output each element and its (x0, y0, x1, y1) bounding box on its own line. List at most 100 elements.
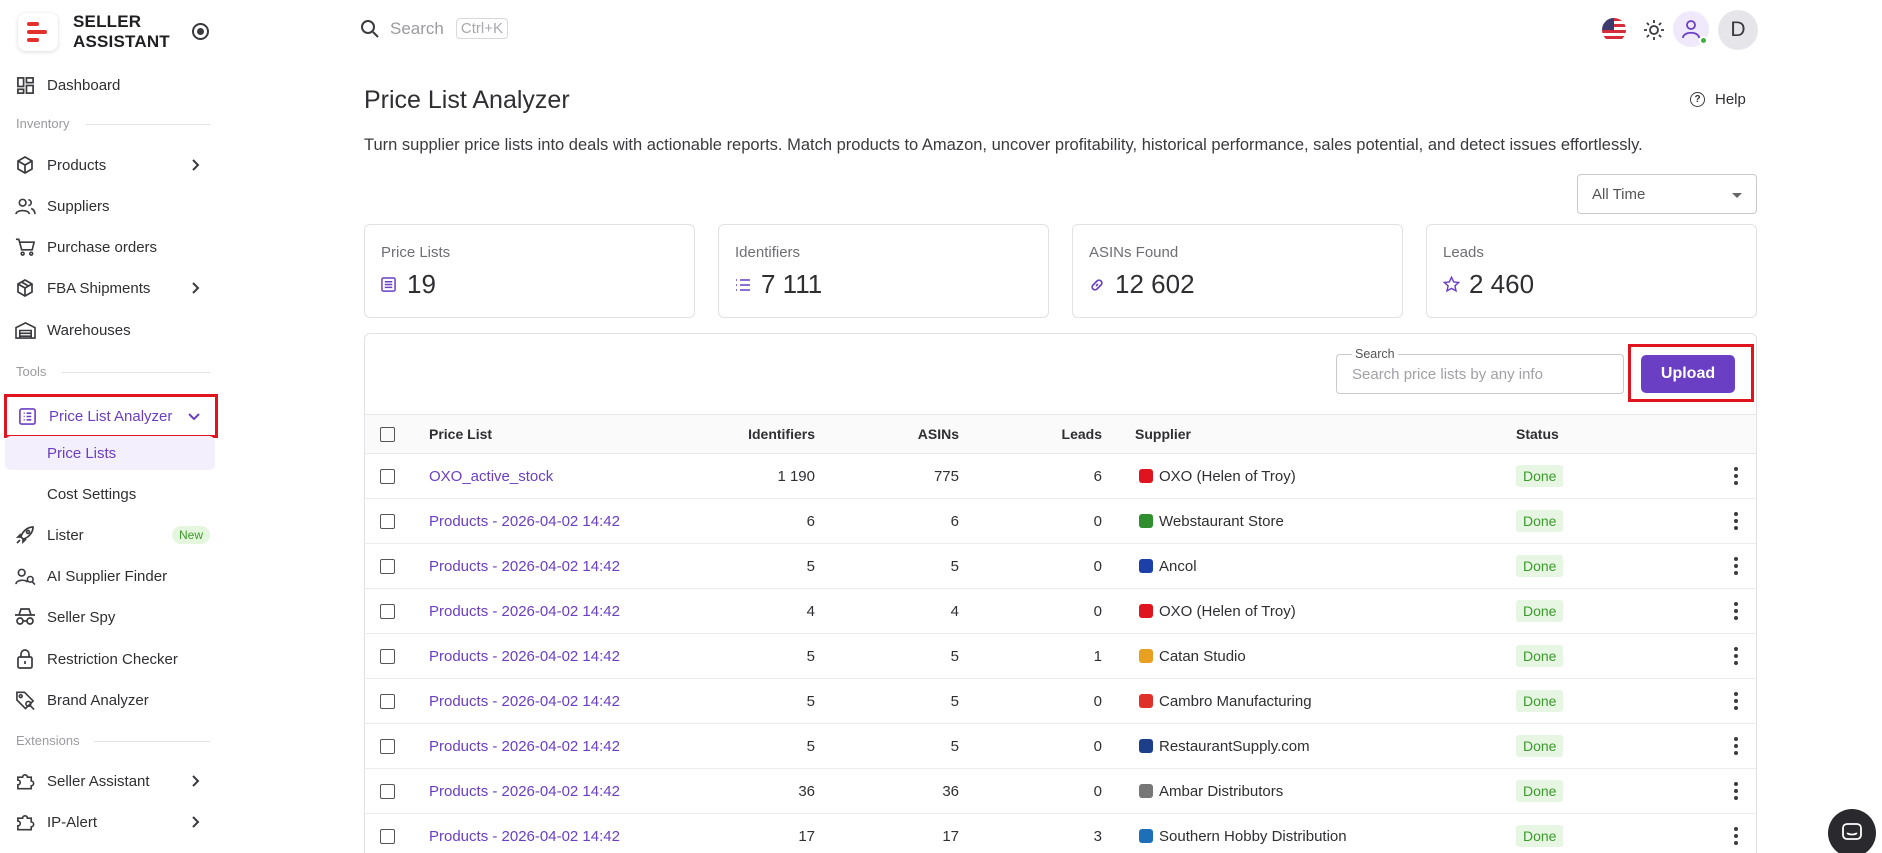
price-list-link[interactable]: Products - 2026-04-02 14:42 (429, 724, 620, 768)
package-icon (14, 277, 36, 299)
price-list-link[interactable]: Products - 2026-04-02 14:42 (429, 634, 620, 678)
sidebar-item-dashboard[interactable]: Dashboard (0, 67, 222, 103)
sidebar-subitem-cost-settings[interactable]: Cost Settings (5, 477, 215, 511)
list-analyzer-icon (16, 405, 38, 427)
sidebar-item-warehouses[interactable]: Warehouses (0, 312, 222, 348)
more-options-icon[interactable] (1734, 692, 1738, 710)
stat-card-identifiers: Identifiers 7 111 (718, 224, 1049, 318)
select-all-checkbox[interactable] (380, 426, 395, 442)
price-list-link[interactable]: Products - 2026-04-02 14:42 (429, 769, 620, 813)
price-list-link[interactable]: Products - 2026-04-02 14:42 (429, 814, 620, 853)
more-options-icon[interactable] (1734, 737, 1738, 755)
table-row[interactable]: OXO_active_stock 1 190 775 6 OXO (Helen of T… (365, 454, 1756, 499)
caret-down-icon (1732, 193, 1742, 198)
identifiers-cell: 17 (798, 827, 815, 845)
price-list-link[interactable]: Products - 2026-04-02 14:42 (429, 679, 620, 723)
table-row[interactable]: Products - 2026-04-02 14:42 36 36 0 Ambar Di… (365, 769, 1756, 814)
supplier-name: OXO (Helen of Troy) (1159, 602, 1296, 620)
lock-icon (14, 648, 36, 670)
table-row[interactable]: Products - 2026-04-02 14:42 4 4 0 OXO (Helen… (365, 589, 1756, 634)
search-icon (361, 19, 379, 38)
asins-cell: 6 (950, 512, 959, 530)
sidebar-item-label: Suppliers (47, 197, 110, 215)
time-filter-select[interactable]: All Time (1577, 174, 1757, 214)
account-status[interactable] (1673, 11, 1709, 47)
help-icon: ? (1690, 92, 1705, 107)
row-checkbox[interactable] (380, 648, 395, 664)
box-icon (14, 154, 36, 176)
sidebar-item-ip-alert[interactable]: IP-Alert (0, 804, 222, 840)
more-options-icon[interactable] (1734, 557, 1738, 575)
supplier-cell: OXO (Helen of Troy) (1139, 589, 1296, 633)
table-row[interactable]: Products - 2026-04-02 14:42 6 6 0 Webstauran… (365, 499, 1756, 544)
row-checkbox[interactable] (380, 738, 395, 754)
chat-icon (1842, 823, 1862, 840)
price-list-link[interactable]: Products - 2026-04-02 14:42 (429, 589, 620, 633)
chevron-right-icon (192, 159, 200, 171)
sun-icon[interactable] (1643, 19, 1665, 41)
sidebar-item-brand-analyzer[interactable]: Brand Analyzer (0, 682, 222, 718)
column-header-asins[interactable]: ASINs (815, 415, 959, 453)
sidebar-item-fba-shipments[interactable]: FBA Shipments (0, 270, 222, 306)
sidebar-item-lister[interactable]: Lister New (0, 517, 222, 553)
sidebar-item-purchase-orders[interactable]: Purchase orders (0, 229, 222, 265)
sidebar-item-ai-supplier-finder[interactable]: AI Supplier Finder (0, 558, 222, 594)
sidebar-item-seller-assistant[interactable]: Seller Assistant (0, 763, 222, 799)
price-list-link[interactable]: Products - 2026-04-02 14:42 (429, 544, 620, 588)
column-header-price-list[interactable]: Price List (429, 415, 492, 453)
table-row[interactable]: Products - 2026-04-02 14:42 5 5 0 Ancol Done (365, 544, 1756, 589)
pin-sidebar-icon[interactable] (192, 23, 209, 40)
table-row[interactable]: Products - 2026-04-02 14:42 17 17 3 Southern… (365, 814, 1756, 853)
supplier-name: Cambro Manufacturing (1159, 692, 1312, 710)
row-checkbox[interactable] (380, 603, 395, 619)
sidebar-item-price-list-analyzer[interactable]: Price List Analyzer (4, 394, 218, 438)
row-checkbox[interactable] (380, 558, 395, 574)
more-options-icon[interactable] (1734, 647, 1738, 665)
more-options-icon[interactable] (1734, 827, 1738, 845)
page-title: Price List Analyzer (364, 86, 570, 114)
time-filter-value: All Time (1592, 186, 1646, 203)
avatar[interactable]: D (1718, 10, 1758, 50)
row-checkbox[interactable] (380, 828, 395, 844)
sidebar-item-label: FBA Shipments (47, 279, 151, 297)
price-list-link[interactable]: Products - 2026-04-02 14:42 (429, 499, 620, 543)
support-chat-button[interactable] (1828, 809, 1876, 853)
sidebar-item-label: Products (47, 156, 107, 174)
sidebar-subitem-price-lists[interactable]: Price Lists (5, 436, 215, 470)
online-indicator (1699, 36, 1708, 45)
leads-cell: 0 (1093, 512, 1102, 530)
global-search[interactable]: Search Ctrl+K (360, 18, 508, 39)
column-header-identifiers[interactable]: Identifiers (665, 415, 815, 453)
sidebar-item-seller-spy[interactable]: Seller Spy (0, 599, 222, 635)
more-options-icon[interactable] (1734, 512, 1738, 530)
row-checkbox[interactable] (380, 783, 395, 799)
row-checkbox[interactable] (380, 513, 395, 529)
brand-logo-icon (18, 13, 58, 51)
help-button[interactable]: ? Help (1690, 91, 1746, 108)
section-label-tools: Tools (16, 364, 47, 379)
row-checkbox[interactable] (380, 693, 395, 709)
sidebar-item-products[interactable]: Products (0, 147, 222, 183)
sidebar-item-suppliers[interactable]: Suppliers (0, 188, 222, 224)
table-row[interactable]: Products - 2026-04-02 14:42 5 5 1 Catan Stud… (365, 634, 1756, 679)
row-checkbox[interactable] (380, 468, 395, 484)
people-icon (14, 195, 36, 217)
asins-cell: 17 (942, 827, 959, 845)
column-header-leads[interactable]: Leads (959, 415, 1102, 453)
price-list-link[interactable]: OXO_active_stock (429, 454, 553, 498)
puzzle-icon (14, 770, 36, 792)
table-row[interactable]: Products - 2026-04-02 14:42 5 5 0 Cambro Man… (365, 679, 1756, 724)
more-options-icon[interactable] (1734, 782, 1738, 800)
sidebar-item-restriction-checker[interactable]: Restriction Checker (0, 641, 222, 677)
upload-button[interactable]: Upload (1641, 355, 1735, 393)
more-options-icon[interactable] (1734, 467, 1738, 485)
more-options-icon[interactable] (1734, 602, 1738, 620)
table-row[interactable]: Products - 2026-04-02 14:42 5 5 0 Restaurant… (365, 724, 1756, 769)
us-flag-icon[interactable] (1602, 18, 1626, 42)
column-header-status[interactable]: Status (1516, 415, 1559, 453)
brand[interactable]: SELLER ASSISTANT (18, 12, 170, 52)
dashboard-icon (14, 74, 36, 96)
column-header-supplier[interactable]: Supplier (1135, 415, 1191, 453)
supplier-logo-icon (1139, 559, 1153, 573)
chevron-down-icon (188, 413, 200, 421)
